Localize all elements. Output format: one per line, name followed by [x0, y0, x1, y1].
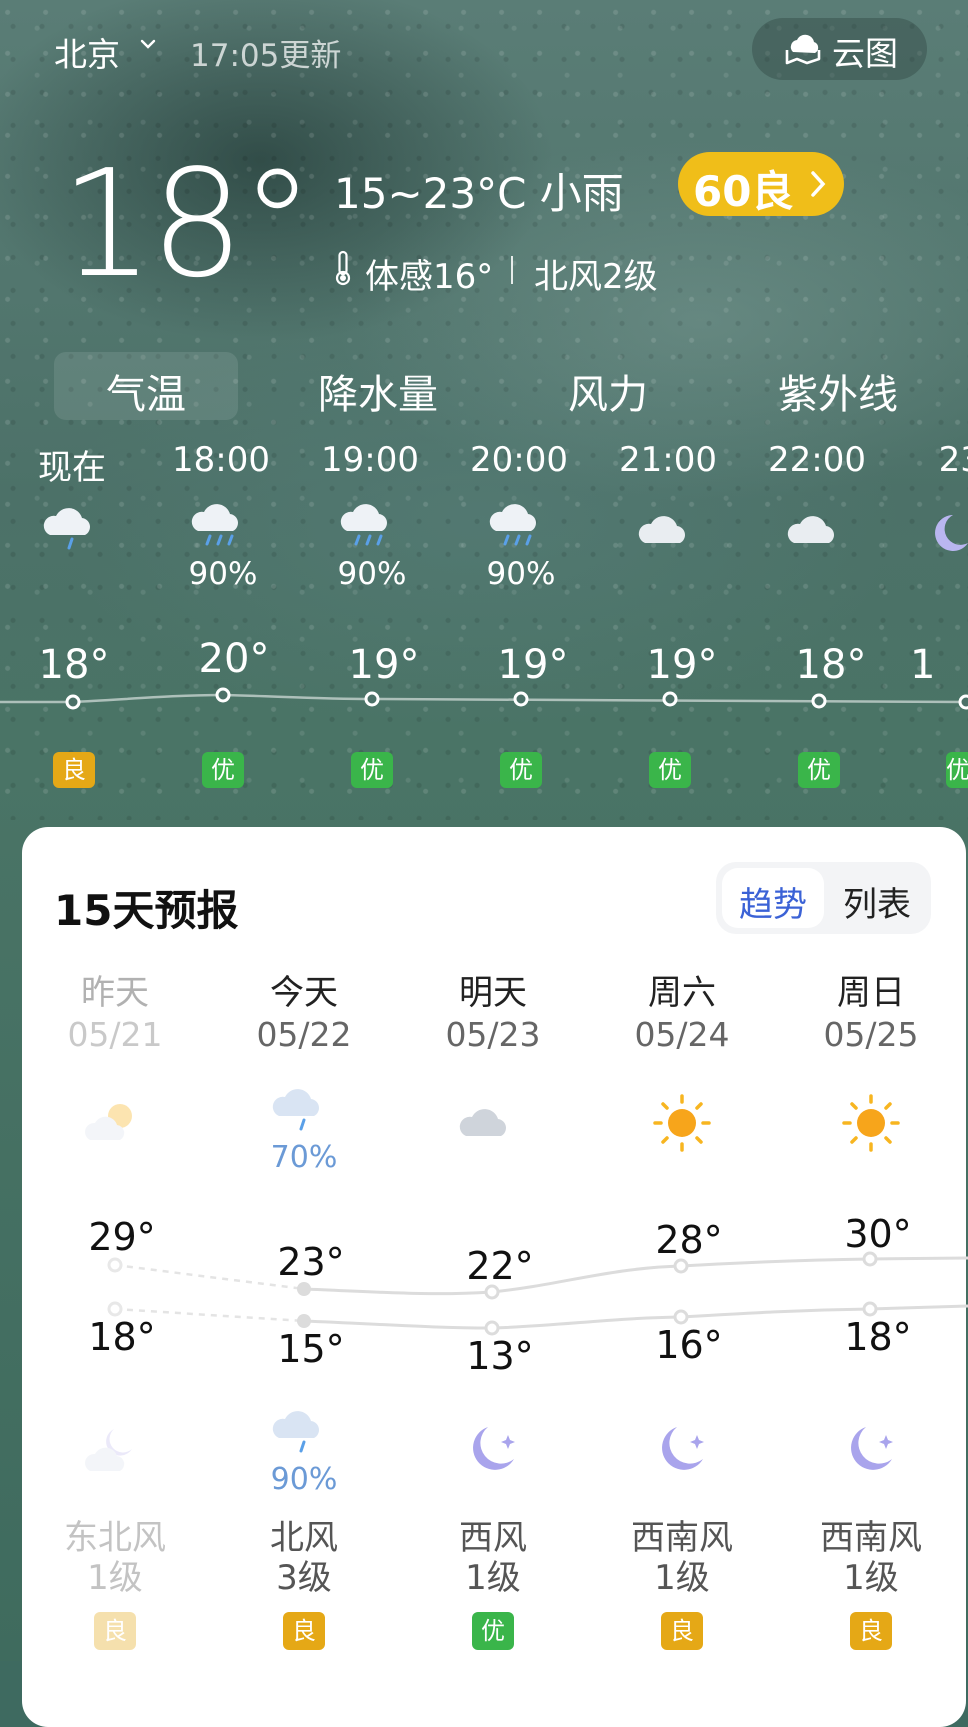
tab-temperature[interactable]: 气温: [46, 362, 246, 420]
day-date: 05/24: [634, 1015, 730, 1054]
hour-aqi-badge: 良: [53, 752, 95, 788]
low-temperature: 13°: [466, 1334, 534, 1378]
hour-precip-prob: 90%: [486, 556, 556, 592]
rain-icon: [191, 504, 238, 546]
day-date: 05/22: [256, 1015, 352, 1054]
day-aqi-badge: 良: [283, 1612, 325, 1650]
hour-time: 18:00: [172, 440, 270, 480]
chevron-down-icon[interactable]: [140, 36, 156, 52]
hour-temperature: 19°: [497, 642, 569, 688]
high-temperature: 23°: [277, 1240, 345, 1284]
moon-icon: [662, 1427, 704, 1470]
hour-temperature: 1: [910, 642, 936, 688]
city-name[interactable]: 北京: [54, 28, 120, 76]
hour-temperature: 19°: [646, 642, 718, 688]
hour-temperature: 20°: [198, 636, 270, 682]
divider: [511, 256, 513, 284]
thermometer-icon: [335, 250, 351, 286]
cloudy-moon-icon: [85, 1429, 132, 1471]
day-aqi-badge: 良: [850, 1612, 892, 1650]
wind-level: 1级: [465, 1558, 521, 1598]
feels-like: 体感16°: [365, 257, 494, 297]
day-aqi-badge: 良: [661, 1612, 703, 1650]
cloudy-icon: [459, 1109, 506, 1136]
moon-icon: [473, 1427, 515, 1470]
tab-wind[interactable]: 风力: [508, 362, 708, 420]
hour-aqi-badge: 优: [798, 752, 840, 788]
aqi-value[interactable]: 60良: [693, 158, 793, 219]
hour-temperature: 18°: [795, 642, 867, 688]
hour-aqi-badge: 优: [649, 752, 691, 788]
wind-level: 1级: [87, 1558, 143, 1598]
low-temperature: 15°: [277, 1327, 345, 1371]
high-temperature: 22°: [466, 1244, 534, 1288]
partly-sunny-icon: [85, 1104, 132, 1140]
hour-precip-prob: 90%: [188, 556, 258, 592]
day-name: 周六: [648, 973, 716, 1013]
forecast-title: 15天预报: [54, 886, 239, 935]
hourly-temp-line: [0, 687, 968, 710]
day-name: 周日: [837, 973, 905, 1013]
day-date: 05/21: [67, 1015, 163, 1054]
high-temperature: 29°: [88, 1215, 156, 1259]
day-aqi-badge: 良: [94, 1612, 136, 1650]
sunny-icon: [842, 1094, 900, 1152]
day-date: 05/25: [823, 1015, 919, 1054]
day-name: 明天: [459, 973, 527, 1013]
low-temperature: 16°: [655, 1323, 723, 1367]
hour-time: 20:00: [470, 440, 568, 480]
wind-level: 1级: [654, 1558, 710, 1598]
hour-precip-prob: 90%: [337, 556, 407, 592]
chevron-right-icon[interactable]: [808, 170, 828, 198]
wind-level: 3级: [276, 1558, 332, 1598]
cloudy-icon: [638, 516, 685, 543]
wind-info: 北风2级: [534, 257, 658, 297]
moon-icon: [851, 1427, 893, 1470]
day-date: 05/23: [445, 1015, 541, 1054]
night-precip-prob: 90%: [270, 1462, 338, 1497]
hour-time: 现在: [38, 448, 106, 488]
hour-time: 21:00: [619, 440, 717, 480]
hour-time: 19:00: [321, 440, 419, 480]
update-time: 17:05更新: [190, 38, 342, 74]
moon-icon: [935, 515, 968, 551]
cloudy-icon: [787, 516, 834, 543]
tab-uv[interactable]: 紫外线: [738, 362, 938, 420]
rain-icon: [340, 504, 387, 546]
hour-aqi-badge: 优: [351, 752, 393, 788]
hour-time: 23:: [938, 440, 968, 480]
hour-time: 22:00: [768, 440, 866, 480]
low-temperature: 18°: [844, 1315, 912, 1359]
cloud-map-icon[interactable]: [783, 28, 823, 68]
rain-icon: [489, 504, 536, 546]
high-temperature: 28°: [655, 1218, 723, 1262]
hour-aqi-badge: 优: [946, 752, 968, 788]
sunny-icon: [653, 1094, 711, 1152]
hour-temperature: 19°: [348, 642, 420, 688]
toggle-trend-button[interactable]: 趋势: [722, 877, 824, 926]
day-name: 昨天: [81, 973, 149, 1013]
hour-aqi-badge: 优: [202, 752, 244, 788]
hour-aqi-badge: 优: [500, 752, 542, 788]
day-aqi-badge: 优: [472, 1612, 514, 1650]
day-name: 今天: [270, 973, 338, 1013]
light-rain-icon: [43, 508, 90, 550]
day-precip-prob: 70%: [270, 1140, 338, 1175]
low-temperature: 18°: [88, 1315, 156, 1359]
hour-temperature: 18°: [38, 642, 110, 688]
toggle-list-button[interactable]: 列表: [826, 877, 928, 926]
temp-range-condition: 15~23°C 小雨: [334, 169, 624, 218]
current-temperature: 18°: [60, 138, 314, 310]
tab-precipitation[interactable]: 降水量: [278, 362, 478, 420]
wind-level: 1级: [843, 1558, 899, 1598]
high-temperature: 30°: [844, 1212, 912, 1256]
cloud-map-label[interactable]: 云图: [832, 27, 898, 75]
